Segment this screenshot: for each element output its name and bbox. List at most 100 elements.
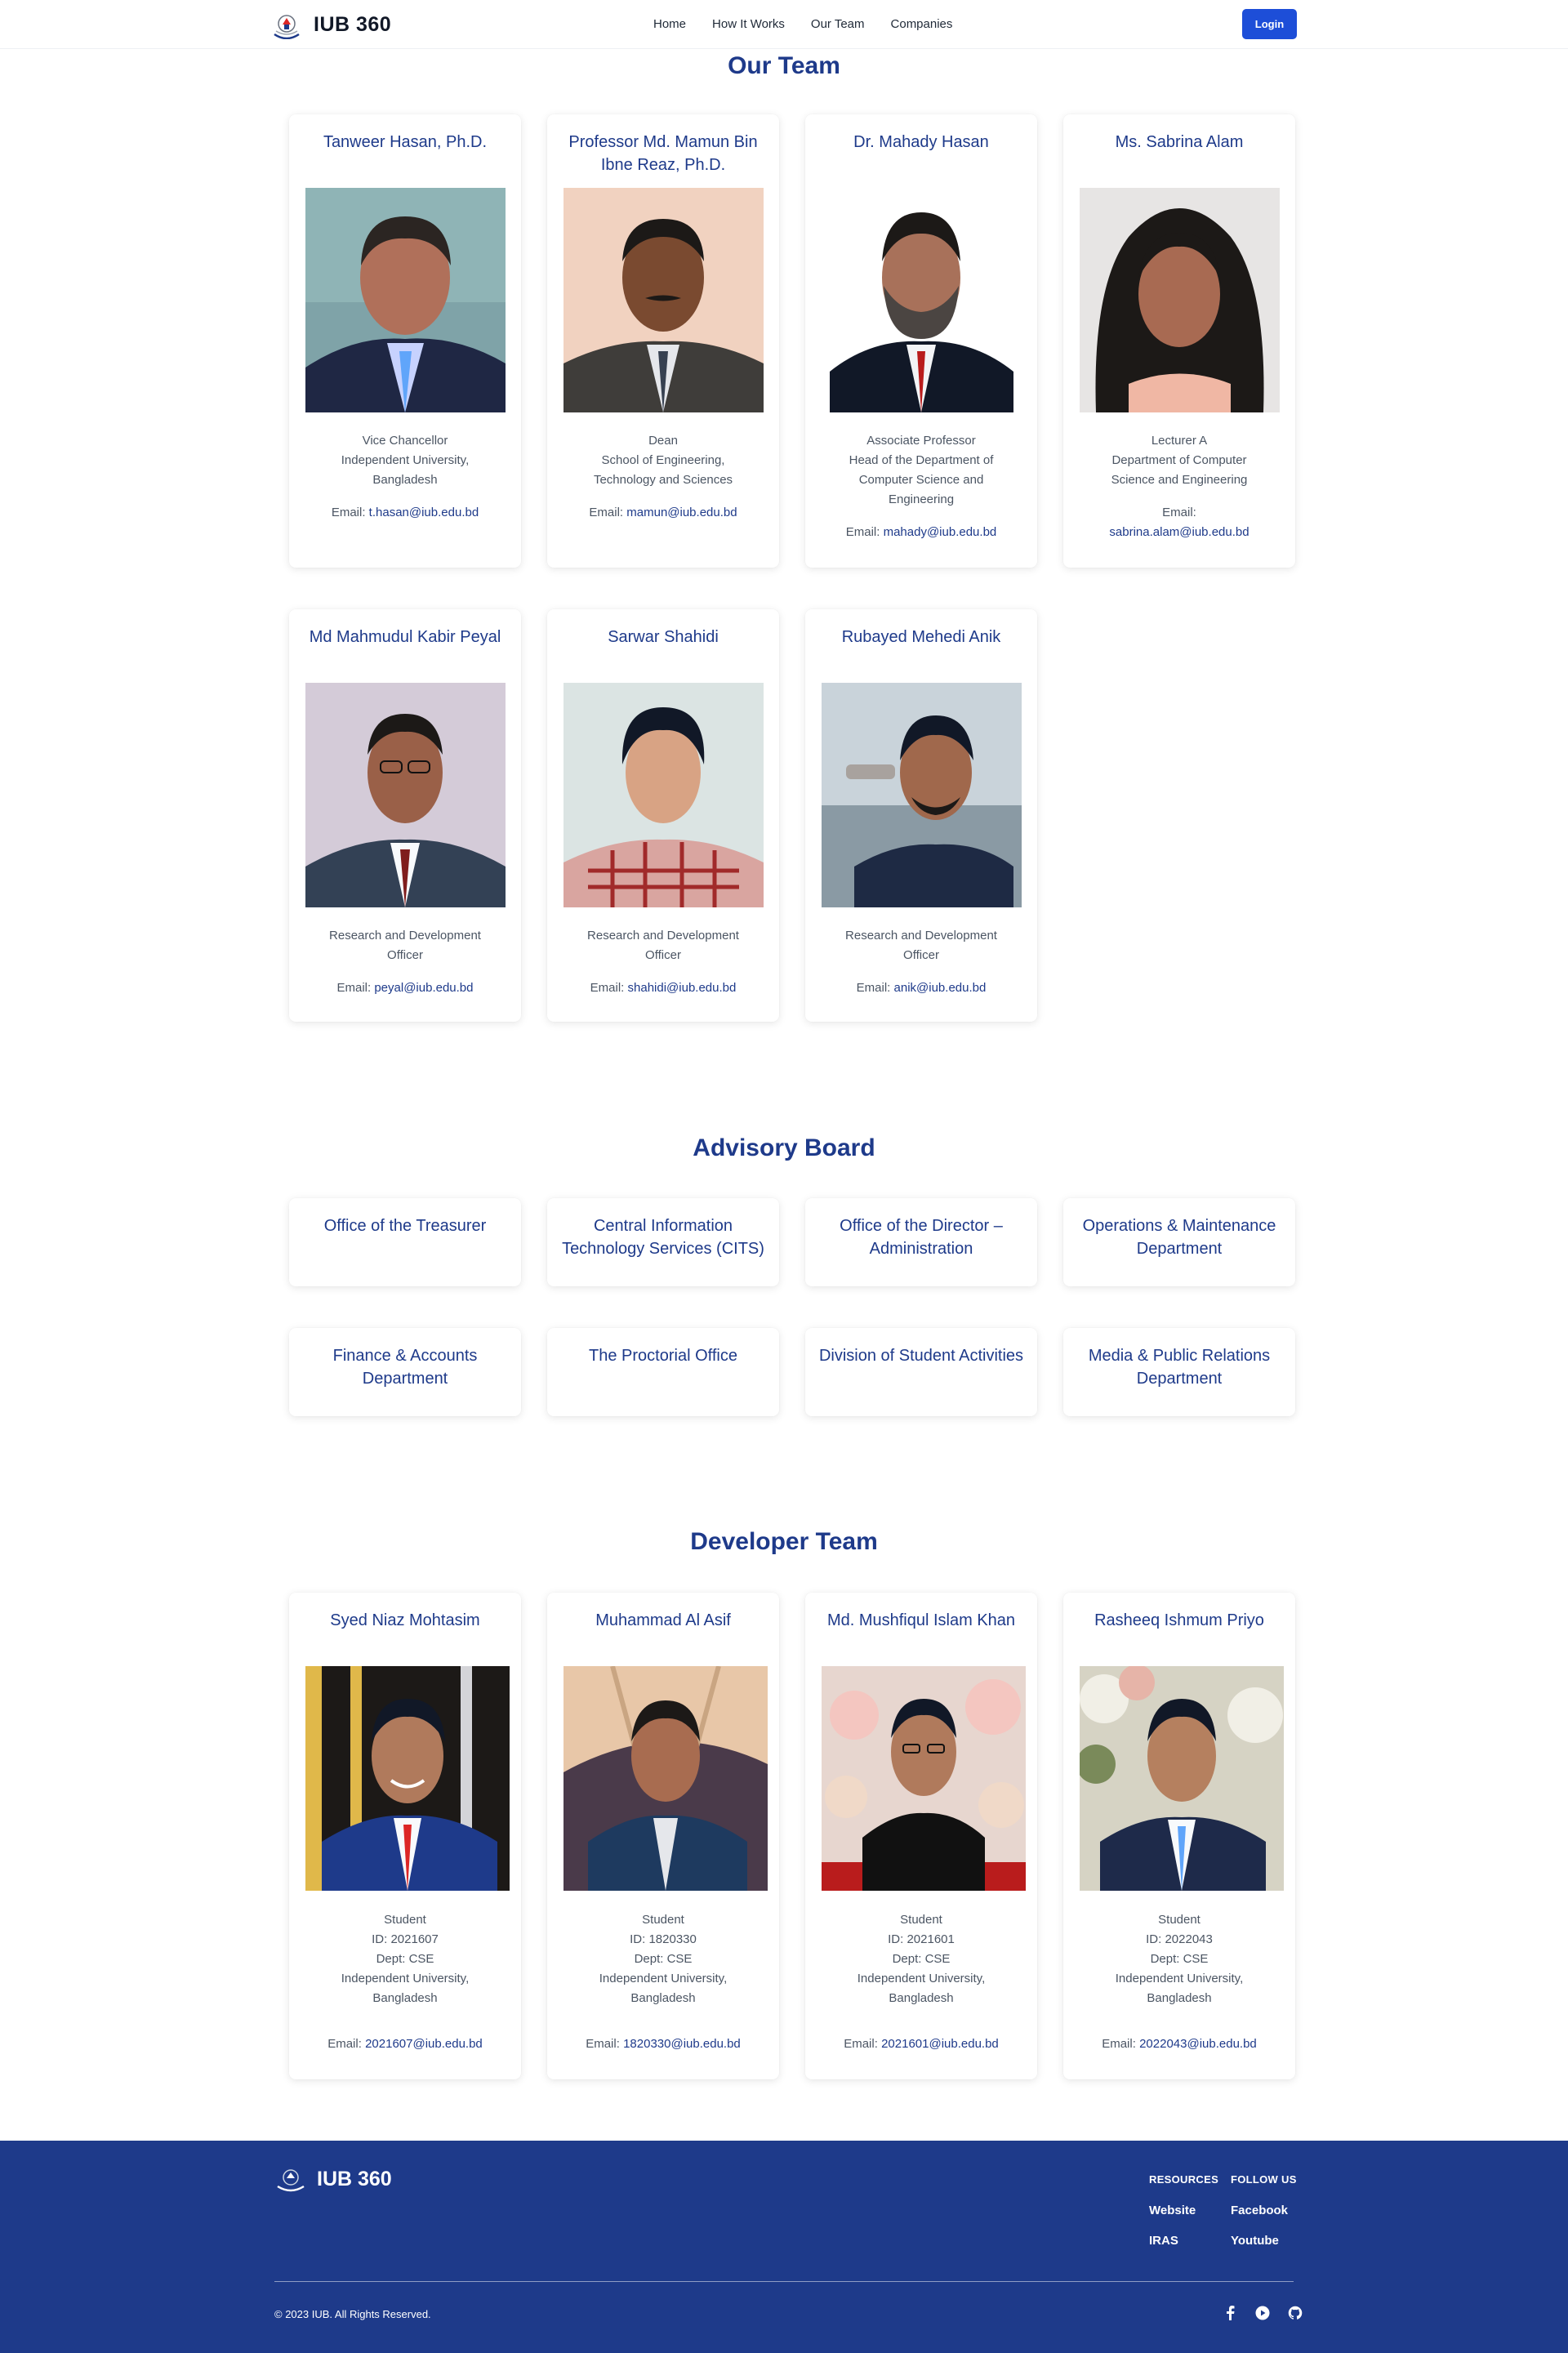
nav-links: Home How It Works Our Team Companies [653,17,952,31]
developer-photo [1080,1666,1284,1891]
footer: IUB 360 RESOURCES Website IRAS FOLLOW US… [0,2141,1568,2353]
top-navbar: IUB 360 Home How It Works Our Team Compa… [0,0,1568,49]
member-photo [822,188,1022,412]
member-email: Email: t.hasan@iub.edu.bd [331,506,479,519]
footer-follow: FOLLOW US Facebook Youtube [1231,2173,1297,2248]
advisory-card: Media & Public Relations Department [1063,1328,1295,1416]
member-name: Professor Md. Mamun Bin Ibne Reaz, Ph.D. [568,133,758,174]
team-card: Rubayed Mehedi Anik Research and Develop… [805,609,1037,1022]
our-team-title: Our Team [728,52,840,79]
copyright: © 2023 IUB. All Rights Reserved. [274,2308,431,2320]
developer-email: Email: 2021607@iub.edu.bd [327,2037,483,2051]
developer-card: Md. Mushfiqul Islam Khan Student ID: 202… [805,1593,1037,2079]
developer-name: Syed Niaz Mohtasim [330,1611,480,1629]
email-link[interactable]: t.hasan@iub.edu.bd [369,506,479,519]
team-card: Dr. Mahady Hasan Associate Professor Hea… [805,114,1037,568]
developer-photo [822,1666,1026,1891]
member-email: Email: peyal@iub.edu.bd [336,981,474,995]
member-role: Lecturer A Department of Computer Scienc… [1111,434,1248,487]
github-icon[interactable] [1287,2305,1303,2321]
iub-logo-icon [274,15,300,39]
advisory-card: The Proctorial Office [547,1328,779,1416]
developer-name: Md. Mushfiqul Islam Khan [826,1611,1016,1629]
member-name: Md Mahmudul Kabir Peyal [309,628,501,646]
team-card: Md Mahmudul Kabir Peyal Research and Dev… [289,609,521,1022]
developer-card: Syed Niaz Mohtasim Student ID: 2021607 D… [289,1593,521,2079]
team-card: Professor Md. Mamun Bin Ibne Reaz, Ph.D.… [547,114,779,568]
member-name: Rubayed Mehedi Anik [841,628,1001,646]
advisory-card: Central Information Technology Services … [547,1198,779,1286]
footer-link-youtube[interactable]: Youtube [1231,2234,1297,2248]
developer-card: Muhammad Al Asif Student ID: 1820330 Dep… [547,1593,779,2079]
footer-link-iras[interactable]: IRAS [1149,2234,1218,2248]
footer-resources: RESOURCES Website IRAS [1149,2173,1218,2248]
developer-card: Rasheeq Ishmum Priyo Student ID: 2022043… [1063,1593,1295,2079]
email-link[interactable]: mamun@iub.edu.bd [626,506,737,519]
email-link[interactable]: mahady@iub.edu.bd [884,525,997,539]
email-link[interactable]: 2021601@iub.edu.bd [881,2037,999,2051]
member-name: Dr. Mahady Hasan [853,133,989,151]
member-email: Email: mamun@iub.edu.bd [589,506,737,519]
member-role: Research and Development Officer [587,929,739,962]
member-photo [564,683,764,907]
nav-link-how-it-works[interactable]: How It Works [712,17,785,31]
nav-link-home[interactable]: Home [653,17,686,31]
member-photo [564,188,764,412]
advisory-card: Office of the Treasurer [289,1198,521,1286]
email-link[interactable]: anik@iub.edu.bd [894,981,987,995]
member-email: Email: mahady@iub.edu.bd [845,525,997,539]
iub-logo-icon [277,2169,305,2192]
member-role: Research and Development Officer [329,929,481,962]
social-icons [1222,2305,1303,2321]
developer-email: Email: 1820330@iub.edu.bd [586,2037,741,2051]
footer-brand[interactable]: IUB 360 [274,2165,392,2193]
footer-link-facebook[interactable]: Facebook [1231,2204,1297,2217]
developer-name: Muhammad Al Asif [595,1611,731,1629]
email-link[interactable]: 2021607@iub.edu.bd [365,2037,483,2051]
email-link[interactable]: 2022043@iub.edu.bd [1139,2037,1257,2051]
email-link[interactable]: shahidi@iub.edu.bd [628,981,737,995]
member-name: Sarwar Shahidi [608,628,719,646]
nav-link-our-team[interactable]: Our Team [811,17,865,31]
developer-email: Email: 2022043@iub.edu.bd [1102,2037,1257,2051]
member-photo [305,683,506,907]
advisory-card: Division of Student Activities [805,1328,1037,1416]
email-link[interactable]: peyal@iub.edu.bd [374,981,473,995]
member-role: Vice Chancellor Independent University, … [341,434,470,487]
member-email: Email: sabrina.alam@iub.edu.bd [1071,503,1287,542]
advisory-board-title: Advisory Board [693,1134,875,1161]
team-card: Ms. Sabrina Alam Lecturer A Department o… [1063,114,1295,568]
brand-name: IUB 360 [314,12,392,36]
footer-brand-name: IUB 360 [317,2167,392,2190]
team-card: Tanweer Hasan, Ph.D. Vice Chancellor Ind… [289,114,521,568]
email-link[interactable]: sabrina.alam@iub.edu.bd [1071,523,1287,542]
youtube-icon[interactable] [1254,2305,1271,2321]
member-role: Dean School of Engineering, Technology a… [593,434,733,487]
email-link[interactable]: 1820330@iub.edu.bd [623,2037,741,2051]
facebook-icon[interactable] [1222,2305,1238,2321]
follow-heading: FOLLOW US [1231,2173,1297,2186]
login-button[interactable]: Login [1242,9,1297,39]
advisory-card: Finance & Accounts Department [289,1328,521,1416]
developer-role: Student ID: 1820330 Dept: CSE Independen… [599,1913,728,2005]
footer-divider [274,2281,1294,2282]
developer-role: Student ID: 2021607 Dept: CSE Independen… [341,1913,470,2005]
member-name: Ms. Sabrina Alam [1115,133,1244,151]
footer-link-website[interactable]: Website [1149,2204,1218,2217]
member-photo [822,683,1022,907]
resources-heading: RESOURCES [1149,2173,1219,2186]
advisory-card: Operations & Maintenance Department [1063,1198,1295,1286]
developer-photo [564,1666,768,1891]
developer-role: Student ID: 2022043 Dept: CSE Independen… [1115,1913,1244,2005]
brand[interactable]: IUB 360 [270,10,391,39]
member-email: Email: anik@iub.edu.bd [856,981,987,995]
nav-link-companies[interactable]: Companies [891,17,953,31]
developer-email: Email: 2021601@iub.edu.bd [844,2037,999,2051]
member-role: Associate Professor Head of the Departme… [849,434,994,506]
team-card: Sarwar Shahidi Research and Development … [547,609,779,1022]
member-photo [305,188,506,412]
member-name: Tanweer Hasan, Ph.D. [323,133,488,151]
developer-role: Student ID: 2021601 Dept: CSE Independen… [857,1913,986,2005]
member-email: Email: shahidi@iub.edu.bd [590,981,737,995]
developer-name: Rasheeq Ishmum Priyo [1094,1611,1264,1629]
